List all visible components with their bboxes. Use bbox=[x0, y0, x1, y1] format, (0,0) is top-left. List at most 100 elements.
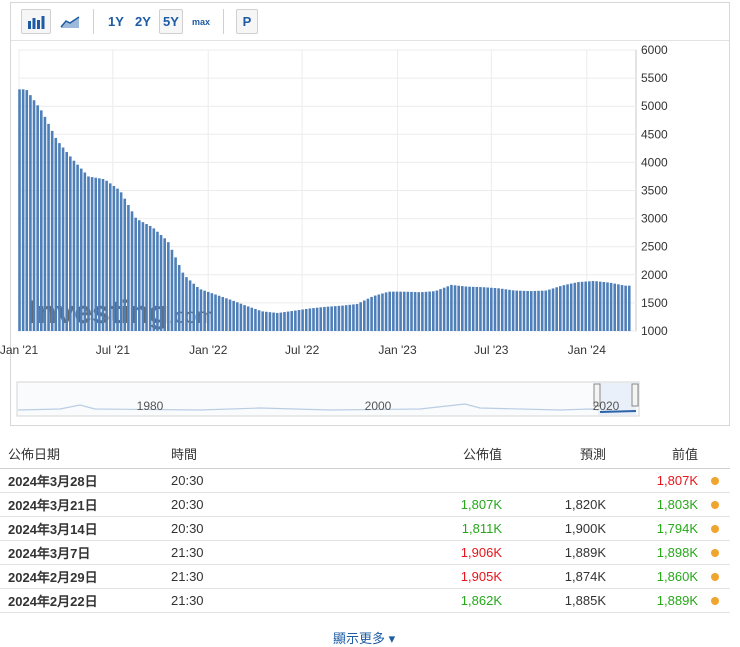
bar bbox=[381, 293, 384, 331]
bar bbox=[471, 286, 475, 331]
row-forecast: 1,885K bbox=[502, 588, 607, 613]
bar bbox=[156, 231, 159, 331]
row-actual: 1,906K bbox=[360, 540, 502, 565]
bar bbox=[83, 172, 87, 331]
row-status-cell bbox=[699, 540, 730, 565]
bar bbox=[497, 288, 500, 331]
bar bbox=[98, 178, 101, 331]
bar bbox=[442, 287, 446, 331]
table-row: 2024年2月22日 21:30 1,862K 1,885K 1,889K bbox=[0, 588, 730, 613]
bar bbox=[424, 291, 428, 331]
bar bbox=[130, 211, 134, 331]
table-row: 2024年3月7日 21:30 1,906K 1,889K 1,898K bbox=[0, 540, 730, 565]
bar bbox=[344, 305, 348, 331]
bar bbox=[90, 177, 94, 331]
bar bbox=[457, 285, 460, 331]
bar bbox=[283, 312, 286, 331]
bar bbox=[312, 308, 315, 331]
navigator-year-label: 2020 bbox=[593, 399, 620, 413]
bar bbox=[399, 291, 402, 331]
bar bbox=[43, 116, 47, 331]
bar bbox=[257, 310, 261, 331]
bar bbox=[431, 291, 435, 331]
bar bbox=[620, 285, 624, 331]
bar bbox=[32, 100, 36, 331]
bar bbox=[519, 290, 522, 331]
bar bbox=[559, 286, 562, 331]
row-status-cell bbox=[699, 588, 730, 613]
y-tick-label: 3000 bbox=[641, 212, 668, 226]
bar bbox=[105, 180, 108, 331]
bar bbox=[435, 290, 439, 331]
bar bbox=[515, 290, 519, 331]
y-tick-label: 3500 bbox=[641, 184, 668, 198]
bar bbox=[569, 283, 573, 331]
bar bbox=[76, 164, 79, 331]
bar bbox=[373, 295, 377, 331]
bar bbox=[50, 130, 54, 331]
header-actual: 公佈值 bbox=[360, 440, 502, 469]
bar bbox=[36, 105, 39, 331]
bar bbox=[406, 291, 410, 331]
bar bbox=[479, 287, 482, 331]
status-dot-icon bbox=[710, 596, 719, 605]
header-previous: 前值 bbox=[607, 440, 699, 469]
bar bbox=[428, 291, 431, 331]
bar bbox=[290, 311, 294, 331]
bar bbox=[159, 234, 163, 331]
bar bbox=[65, 151, 69, 331]
row-status-cell bbox=[699, 468, 730, 493]
row-date: 2024年3月7日 bbox=[0, 540, 170, 565]
y-tick-label: 1500 bbox=[641, 296, 668, 310]
bar bbox=[609, 282, 613, 331]
bar bbox=[504, 289, 508, 331]
bar bbox=[355, 304, 359, 331]
bar bbox=[352, 304, 355, 331]
bar bbox=[413, 292, 417, 331]
bar bbox=[29, 95, 32, 331]
x-tick-label: Jan '24 bbox=[568, 343, 607, 357]
row-forecast: 1,874K bbox=[502, 564, 607, 589]
bar bbox=[319, 307, 323, 331]
bar bbox=[359, 302, 362, 331]
status-dot-icon bbox=[710, 524, 719, 533]
bar bbox=[145, 224, 148, 331]
bar bbox=[595, 281, 598, 331]
bar bbox=[490, 287, 493, 331]
table-row: 2024年2月29日 21:30 1,905K 1,874K 1,860K bbox=[0, 564, 730, 589]
show-more-link[interactable]: 顯示更多 ▾ bbox=[333, 628, 395, 647]
bar bbox=[402, 291, 406, 331]
bar bbox=[562, 285, 566, 331]
bar bbox=[617, 284, 620, 331]
navigator-handle-right[interactable] bbox=[631, 383, 639, 407]
bar bbox=[341, 305, 344, 331]
bar bbox=[461, 286, 464, 331]
bar bbox=[275, 312, 279, 331]
bar bbox=[297, 310, 301, 331]
bar bbox=[167, 242, 170, 331]
bar bbox=[304, 308, 308, 331]
bar bbox=[268, 312, 272, 331]
bar bbox=[94, 177, 98, 331]
bar bbox=[185, 277, 188, 331]
table-row: 2024年3月21日 20:30 1,807K 1,820K 1,803K bbox=[0, 492, 730, 517]
bar bbox=[439, 289, 442, 331]
bar bbox=[170, 249, 174, 331]
bar bbox=[323, 306, 326, 331]
bar bbox=[392, 291, 395, 331]
navigator-year-label: 1980 bbox=[137, 399, 164, 413]
y-tick-label: 2500 bbox=[641, 240, 668, 254]
bar bbox=[210, 293, 214, 331]
bar bbox=[250, 307, 254, 331]
bar bbox=[239, 303, 243, 331]
x-tick-label: Jan '23 bbox=[378, 343, 417, 357]
bar bbox=[21, 89, 25, 331]
bar bbox=[533, 290, 537, 331]
bar bbox=[333, 306, 337, 331]
bar bbox=[177, 265, 181, 331]
row-forecast bbox=[502, 468, 607, 493]
row-actual: 1,905K bbox=[360, 564, 502, 589]
bar bbox=[370, 296, 373, 331]
bar bbox=[261, 311, 264, 331]
bar bbox=[286, 311, 290, 331]
